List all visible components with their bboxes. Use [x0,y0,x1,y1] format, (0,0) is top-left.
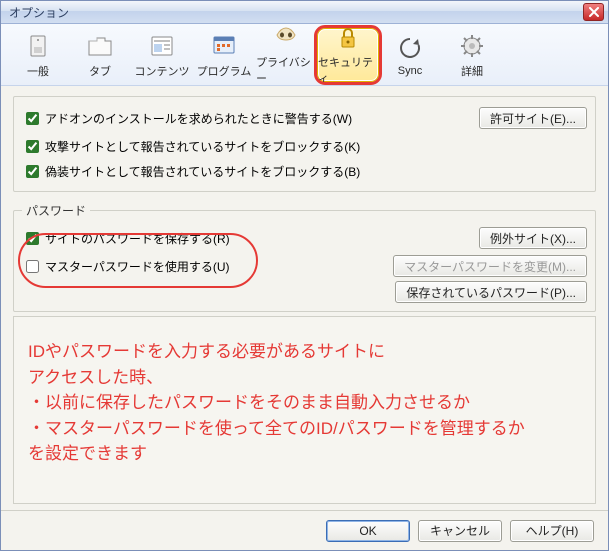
tab-tabs[interactable]: タブ [69,28,131,82]
dialog-footer: OK キャンセル ヘルプ(H) [1,510,608,550]
tab-privacy[interactable]: プライバシー [255,28,317,82]
save-passwords-checkbox[interactable] [26,232,39,245]
passwords-legend: パスワード [22,202,90,219]
tab-sync[interactable]: Sync [379,28,441,82]
tab-general[interactable]: 一般 [7,28,69,82]
passwords-group: パスワード サイトのパスワードを保存する(R) 例外サイト(X)... マスター… [13,202,596,312]
advanced-icon [457,32,487,60]
tab-label: プログラム [197,63,252,79]
security-panel: アドオンのインストールを求められたときに警告する(W) 許可サイト(E)... … [1,86,608,510]
content-icon [147,32,177,60]
use-master-label: マスターパスワードを使用する(U) [45,258,393,275]
tab-label: 詳細 [461,63,483,79]
tab-label: コンテンツ [135,63,190,79]
annotation-line: ・以前に保存したパスワードをそのまま自動入力させるか [28,390,581,416]
tab-advanced[interactable]: 詳細 [441,28,503,82]
block-attack-label: 攻撃サイトとして報告されているサイトをブロックする(K) [45,138,587,155]
warnings-group: アドオンのインストールを求められたときに警告する(W) 許可サイト(E)... … [13,96,596,192]
addon-warn-checkbox[interactable] [26,112,39,125]
tab-applications[interactable]: プログラム [193,28,255,82]
privacy-icon [271,25,301,51]
sync-icon [395,34,425,62]
use-master-checkbox[interactable] [26,260,39,273]
tab-content[interactable]: コンテンツ [131,28,193,82]
annotation-line: ・マスターパスワードを使って全てのID/パスワードを管理するか [28,416,581,442]
saved-passwords-button[interactable]: 保存されているパスワード(P)... [395,281,587,303]
block-forgery-label: 偽装サイトとして報告されているサイトをブロックする(B) [45,163,587,180]
ok-button[interactable]: OK [326,520,410,542]
tab-security[interactable]: セキュリティ [317,28,379,82]
tab-label: タブ [89,63,111,79]
security-icon [333,25,363,51]
annotation-line: アクセスした時、 [28,365,581,391]
block-forgery-checkbox[interactable] [26,165,39,178]
change-master-button: マスターパスワードを変更(M)... [393,255,587,277]
category-toolbar: 一般 タブ コンテンツ プログラム プライバシー [1,24,608,86]
tabs-icon [85,32,115,60]
cancel-button[interactable]: キャンセル [418,520,502,542]
save-passwords-label: サイトのパスワードを保存する(R) [45,230,479,247]
options-window: オプション 一般 タブ コンテンツ [0,0,609,551]
help-button[interactable]: ヘルプ(H) [510,520,594,542]
password-exceptions-button[interactable]: 例外サイト(X)... [479,227,587,249]
applications-icon [209,32,239,60]
titlebar: オプション [1,1,608,24]
annotation-line: を設定できます [28,441,581,467]
window-title: オプション [9,4,583,21]
tab-label: セキュリティ [318,54,378,86]
block-attack-checkbox[interactable] [26,140,39,153]
close-icon [589,7,599,17]
tab-label: 一般 [27,63,49,79]
general-icon [23,32,53,60]
tab-label: Sync [398,65,422,77]
annotation-line: IDやパスワードを入力する必要があるサイトに [28,339,581,365]
close-button[interactable] [583,3,604,21]
annotation-note: IDやパスワードを入力する必要があるサイトに アクセスした時、 ・以前に保存した… [13,316,596,504]
tab-label: プライバシー [256,54,316,86]
allowed-sites-button[interactable]: 許可サイト(E)... [479,107,587,129]
addon-warn-label: アドオンのインストールを求められたときに警告する(W) [45,110,479,127]
